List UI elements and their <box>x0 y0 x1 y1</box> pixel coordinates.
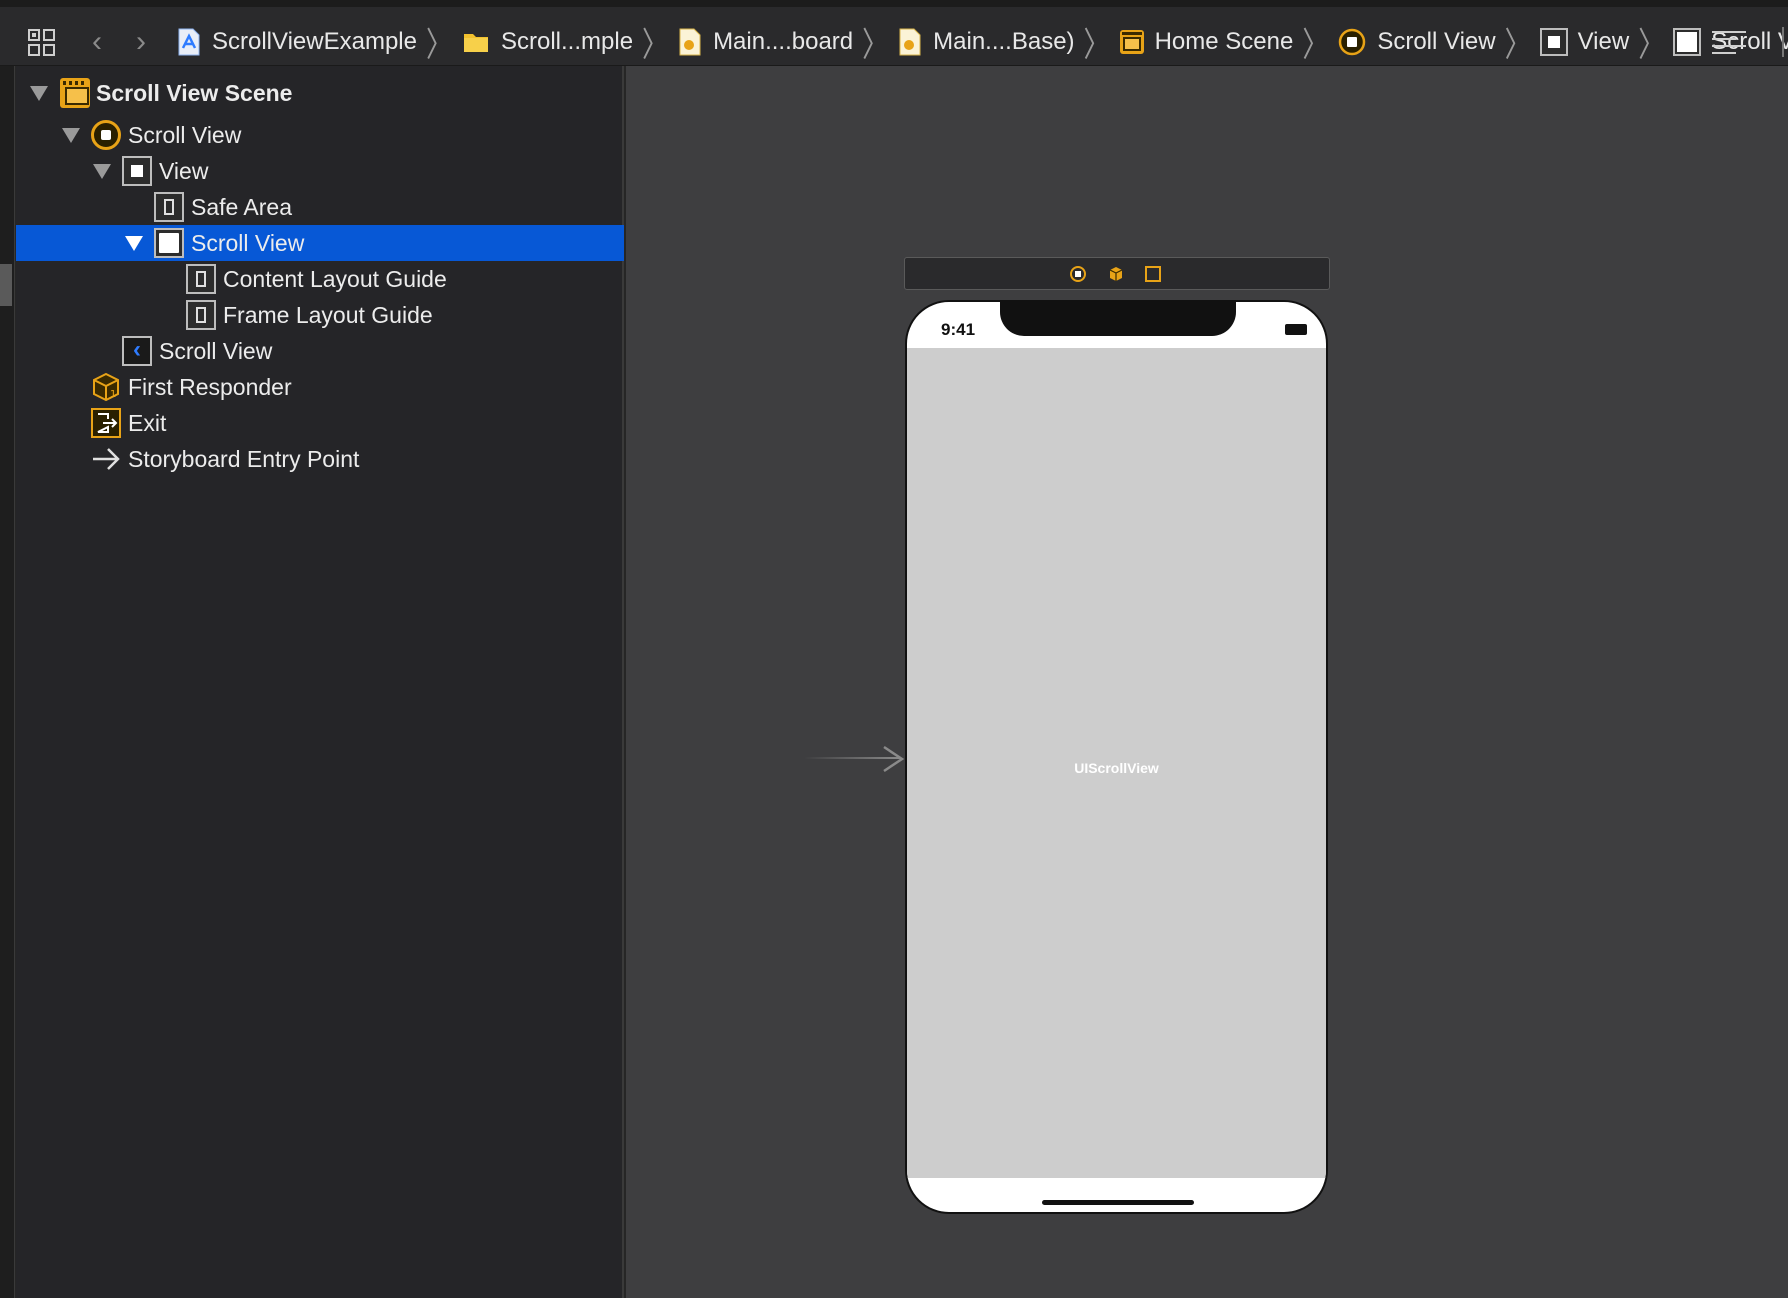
crumb-label: Home Scene <box>1154 28 1294 55</box>
crumb-label: View <box>1577 28 1630 55</box>
outline-item-scroll-view-scene[interactable]: Scroll View Scene <box>16 75 624 111</box>
chevron-right-icon: 〉 <box>1504 24 1531 64</box>
chevron-right-icon: 〉 <box>862 24 889 64</box>
outline-item-label: Safe Area <box>191 193 293 220</box>
crumb-label: ScrollViewExample <box>212 28 417 55</box>
first-responder-cube-icon[interactable] <box>1108 266 1124 282</box>
view-icon <box>122 156 152 186</box>
crumb-label: Main....Base) <box>933 28 1075 55</box>
outline-item-view[interactable]: View <box>16 153 624 189</box>
back-button[interactable]: ‹ <box>82 27 112 57</box>
storyboard-file-icon <box>899 28 921 56</box>
scroll-view-content[interactable]: UIScrollView <box>907 348 1326 1178</box>
editor-options-lines-icon[interactable] <box>1712 31 1746 55</box>
outline-item-navigation-item[interactable]: ‹ Scroll View <box>16 333 624 369</box>
first-responder-cube-icon: 1 <box>93 372 119 402</box>
scroll-view-icon <box>154 228 184 258</box>
document-outline: Scroll View Scene Scroll View View Safe … <box>16 66 624 1298</box>
view-controller-icon <box>91 120 121 150</box>
forward-button[interactable]: › <box>126 27 156 57</box>
outline-item-label: Frame Layout Guide <box>223 301 433 328</box>
outline-item-label: Content Layout Guide <box>223 265 447 292</box>
scene-icon <box>60 78 90 108</box>
chevron-right-icon: 〉 <box>1083 24 1110 64</box>
outline-item-storyboard-entry-point[interactable]: Storyboard Entry Point <box>16 441 624 477</box>
chevron-right-icon: 〉 <box>1638 24 1665 64</box>
disclosure-triangle-icon[interactable] <box>93 163 111 179</box>
related-items-grid-icon[interactable] <box>28 29 56 57</box>
layout-guide-icon <box>186 264 216 294</box>
divider <box>1782 27 1784 57</box>
outline-item-label: Storyboard Entry Point <box>128 445 360 472</box>
layout-guide-icon <box>154 192 184 222</box>
status-bar-time: 9:41 <box>941 320 976 339</box>
scroll-view-placeholder-label: UIScrollView <box>1074 760 1159 776</box>
layout-guide-icon <box>186 300 216 330</box>
outline-item-label: Exit <box>128 409 167 436</box>
outline-item-frame-layout-guide[interactable]: Frame Layout Guide <box>16 297 624 333</box>
breadcrumb: ScrollViewExample 〉 Scroll...mple 〉 Main… <box>176 24 1788 63</box>
scene-dock[interactable] <box>904 257 1330 290</box>
disclosure-triangle-icon[interactable] <box>125 235 143 251</box>
crumb-storyboard-base[interactable]: Main....Base) 〉 <box>897 24 1118 63</box>
battery-icon <box>1285 324 1307 335</box>
project-icon <box>178 28 200 56</box>
outline-item-label: Scroll View <box>191 229 305 256</box>
scroll-view-icon <box>1673 28 1702 56</box>
view-controller-icon[interactable] <box>1070 266 1086 282</box>
crumb-scroll-view-controller[interactable]: Scroll View 〉 <box>1337 24 1539 63</box>
outline-item-safe-area[interactable]: Safe Area <box>16 189 624 225</box>
disclosure-triangle-icon[interactable] <box>62 127 80 143</box>
chevron-right-icon: 〉 <box>642 24 669 64</box>
crumb-project[interactable]: ScrollViewExample 〉 <box>176 24 461 63</box>
left-gutter <box>0 66 15 1298</box>
outline-item-exit[interactable]: Exit <box>16 405 624 441</box>
exit-icon <box>91 408 121 438</box>
jump-bar: ‹ › ScrollViewExample 〉 Scroll...mple 〉 … <box>0 0 1788 66</box>
outline-item-label: Scroll View Scene <box>96 79 293 106</box>
chevron-right-icon: 〉 <box>1302 24 1329 64</box>
storyboard-file-icon <box>679 28 701 56</box>
entry-arrow-icon <box>93 448 120 470</box>
device-frame: 9:41 UIScrollView <box>905 300 1328 1214</box>
navigation-item-icon: ‹ <box>122 336 152 366</box>
exit-icon[interactable] <box>1145 266 1161 282</box>
crumb-label: Scroll...mple <box>501 28 634 55</box>
home-indicator <box>1042 1200 1194 1205</box>
crumb-view[interactable]: View 〉 <box>1539 24 1674 63</box>
outline-item-label: Scroll View <box>159 337 273 364</box>
folder-icon <box>464 34 488 52</box>
scene-icon <box>1119 30 1144 54</box>
outline-item-scroll-view-selected[interactable]: Scroll View <box>16 225 624 261</box>
view-icon <box>1539 28 1568 56</box>
entry-point-arrow-icon[interactable] <box>880 744 906 774</box>
outline-item-content-layout-guide[interactable]: Content Layout Guide <box>16 261 624 297</box>
crumb-folder[interactable]: Scroll...mple 〉 <box>461 24 677 63</box>
view-controller-icon <box>1339 28 1366 56</box>
device-notch <box>1000 302 1236 336</box>
outline-item-first-responder[interactable]: 1 First Responder <box>16 369 624 405</box>
outline-item-label: Scroll View <box>128 121 242 148</box>
crumb-home-scene[interactable]: Home Scene 〉 <box>1119 24 1338 63</box>
chevron-right-icon: 〉 <box>425 24 452 64</box>
svg-text:1: 1 <box>110 389 116 400</box>
crumb-storyboard[interactable]: Main....board 〉 <box>677 24 897 63</box>
outline-item-scroll-view-controller[interactable]: Scroll View <box>16 117 624 153</box>
disclosure-triangle-icon[interactable] <box>30 85 48 101</box>
outline-item-label: View <box>159 157 209 184</box>
outline-item-label: First Responder <box>128 373 292 400</box>
gutter-handle[interactable] <box>0 264 12 306</box>
crumb-label: Scroll View <box>1377 28 1496 55</box>
crumb-label: Main....board <box>713 28 854 55</box>
